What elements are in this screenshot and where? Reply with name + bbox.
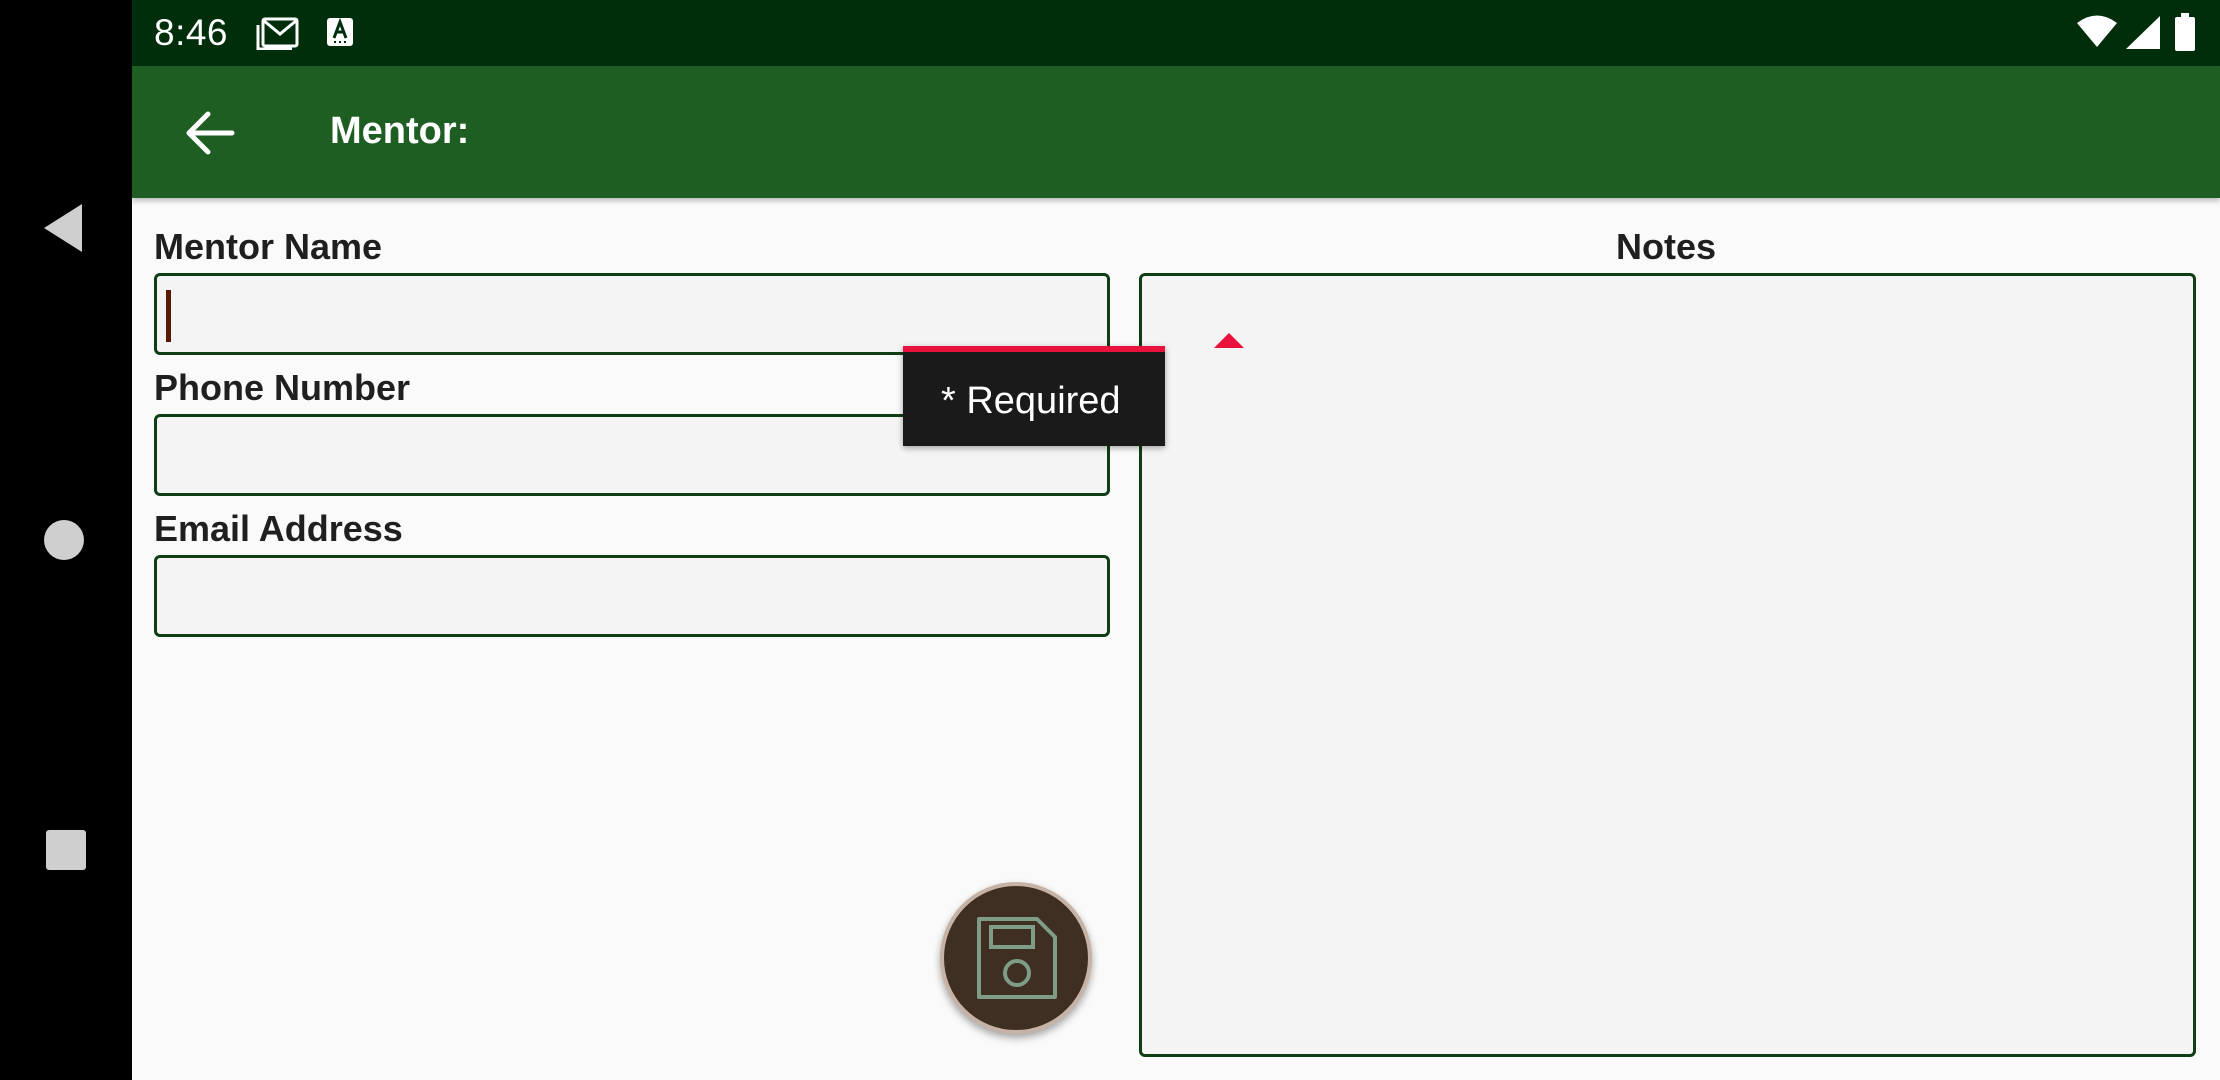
gmail-icon [256, 17, 299, 50]
tooltip-text: * Required [941, 380, 1121, 422]
save-icon [977, 917, 1057, 999]
required-error-tooltip: * Required [903, 346, 1165, 446]
wifi-icon [2077, 15, 2117, 47]
nav-back-button[interactable] [0, 173, 132, 283]
phone-number-label: Phone Number [154, 367, 411, 408]
mentor-name-input[interactable] [154, 273, 1110, 355]
page-title: Mentor: [330, 110, 470, 152]
arrow-back-icon[interactable] [182, 106, 238, 160]
signal-icon [2126, 16, 2160, 49]
nav-recents-button[interactable] [0, 795, 132, 905]
a-icon [327, 17, 353, 46]
notes-label: Notes [1616, 226, 1717, 267]
mentor-name-label: Mentor Name [154, 226, 383, 267]
nav-back-icon [44, 204, 82, 252]
system-nav-bar [0, 0, 132, 1080]
email-address-label: Email Address [154, 508, 403, 549]
status-bar: 8:46 [132, 0, 2220, 66]
nav-recents-icon [46, 830, 86, 870]
save-button[interactable] [940, 882, 1092, 1034]
nav-home-icon [44, 520, 84, 560]
text-cursor [166, 290, 171, 342]
app-screen: 8:46 Mentor: Mentor Name Phone Number Em… [132, 0, 2220, 1080]
tooltip-pointer [1214, 333, 1244, 348]
app-bar: Mentor: [132, 66, 2220, 198]
nav-home-button[interactable] [0, 485, 132, 595]
notes-textarea[interactable] [1139, 273, 2196, 1057]
battery-icon [2175, 13, 2195, 51]
email-address-input[interactable] [154, 555, 1110, 637]
status-time: 8:46 [154, 12, 229, 53]
